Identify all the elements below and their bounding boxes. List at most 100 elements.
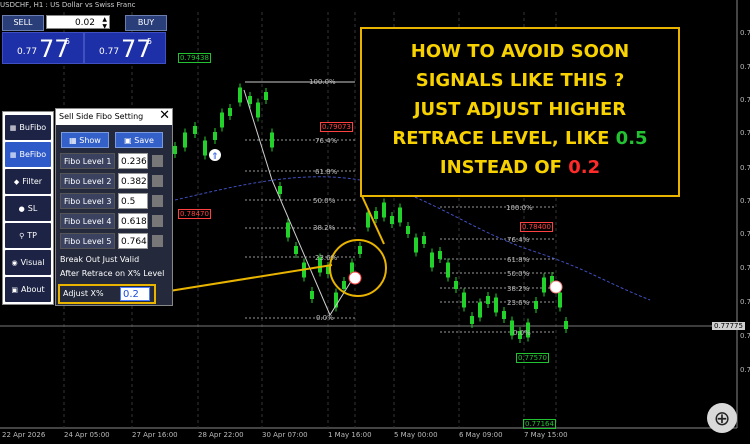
one-click-trade-panel: SELL 0.02 ▲ ▼ BUY 0.77 77 5 0.77 77 5 xyxy=(2,14,167,64)
buy-price-box[interactable]: 0.77 77 5 xyxy=(84,32,166,64)
bar-icon xyxy=(152,195,163,207)
y-axis-label: 0.77855 xyxy=(740,230,750,238)
filter-icon: ◆ xyxy=(13,178,20,186)
candle-body xyxy=(366,212,370,228)
candle-body xyxy=(422,236,426,244)
save-icon: ▣ xyxy=(124,136,135,145)
candle-body xyxy=(398,207,402,223)
fibo-level-2-input[interactable]: 0.382 xyxy=(118,173,148,189)
pin-icon: ⚲ xyxy=(19,232,25,240)
callout-connector xyxy=(361,195,385,245)
callout-line-5: INSTEAD OF 0.2 xyxy=(362,153,678,182)
x-axis-label: 6 May 09:00 xyxy=(459,431,503,439)
fibo-settings-panel: Sell Side Fibo Setting ✕ ▦ Show ▣ Save F… xyxy=(55,108,173,306)
fibo-level-5-label: Fibo Level 5 xyxy=(60,233,115,249)
candle-body xyxy=(358,246,362,254)
menu-item-filter[interactable]: ◆ Filter xyxy=(5,169,51,194)
sell-price-box[interactable]: 0.77 77 5 xyxy=(2,32,84,64)
callout-line-5-text: INSTEAD OF xyxy=(439,157,569,178)
candle-body xyxy=(478,302,482,318)
fibo-level-label: 76.4% xyxy=(315,137,338,145)
adjust-highlight: Adjust X% 0.2 xyxy=(58,284,156,304)
close-icon[interactable]: ✕ xyxy=(159,108,170,124)
candle-body xyxy=(454,281,458,289)
candle-body xyxy=(286,222,290,238)
fibo-level-4-input[interactable]: 0.618 xyxy=(118,213,148,229)
menu-item-sl[interactable]: ● SL xyxy=(5,196,51,221)
candle-body xyxy=(414,237,418,253)
candle-body xyxy=(203,140,207,156)
buy-button[interactable]: BUY xyxy=(125,15,167,31)
menu-item-befibo[interactable]: ▦ BeFibo xyxy=(5,142,51,167)
signal-marker-glyph: ⇑ xyxy=(211,152,219,162)
candle-body xyxy=(173,146,177,154)
y-axis-label: 0.76620 xyxy=(740,366,750,374)
sell-button[interactable]: SELL xyxy=(2,15,44,31)
candle-body xyxy=(342,281,346,289)
show-label: Show xyxy=(79,136,101,145)
candle-body xyxy=(564,321,568,329)
x-axis-label: 27 Apr 16:00 xyxy=(132,431,178,439)
bar-icon xyxy=(152,175,163,187)
x-axis-label: 1 May 16:00 xyxy=(328,431,372,439)
candle-body xyxy=(183,132,187,148)
candle-body xyxy=(278,186,282,194)
note-line-1: Break Out Just Valid xyxy=(60,255,140,264)
callout-value-red: 0.2 xyxy=(568,157,601,178)
circle-icon: ● xyxy=(18,205,25,213)
menu-item-bufibo[interactable]: ▦ BuFibo xyxy=(5,115,51,140)
adjust-label: Adjust X% xyxy=(63,289,104,298)
fibo-level-4-label: Fibo Level 4 xyxy=(60,213,115,229)
y-axis-label: 0.77247 xyxy=(740,298,750,306)
show-button[interactable]: ▦ Show xyxy=(61,132,109,148)
candle-body xyxy=(446,262,450,278)
fibo-level-5-input[interactable]: 0.764 xyxy=(118,233,148,249)
menu-label: BuFibo xyxy=(19,123,47,132)
candle-body xyxy=(462,292,466,308)
candle-body xyxy=(558,292,562,308)
menu-item-visual[interactable]: ◉ Visual xyxy=(5,250,51,275)
x-axis-label: 5 May 00:00 xyxy=(394,431,438,439)
save-button[interactable]: ▣ Save xyxy=(115,132,163,148)
price-tag-green: 0.79438 xyxy=(178,53,211,63)
zoom-icon[interactable]: ⊕ xyxy=(707,403,737,433)
grid-icon: ▦ xyxy=(69,136,80,145)
candle-body xyxy=(486,296,490,304)
candle-body xyxy=(542,277,546,293)
candle-body xyxy=(374,211,378,219)
fibo-level-1-input[interactable]: 0.236 xyxy=(118,153,148,169)
volume-stepper-icon[interactable]: ▲ ▼ xyxy=(102,16,107,30)
callout-value-green: 0.5 xyxy=(615,128,648,149)
candle-body xyxy=(193,126,197,134)
menu-item-tp[interactable]: ⚲ TP xyxy=(5,223,51,248)
price-tag-green: 0.77570 xyxy=(516,353,549,363)
y-axis-label: 0.78160 xyxy=(740,197,750,205)
fibo-level-2-label: Fibo Level 2 xyxy=(60,173,115,189)
y-axis-label: 0.78460 xyxy=(740,164,750,172)
fibo-level-3-label: Fibo Level 3 xyxy=(60,193,115,209)
candle-body xyxy=(382,202,386,218)
callout-line-4-text: RETRACE LEVEL, LIKE xyxy=(392,128,616,149)
candle-body xyxy=(502,311,506,319)
price-tag-red: 0.78470 xyxy=(178,209,211,219)
adjust-input[interactable]: 0.2 xyxy=(120,287,150,301)
candle-body xyxy=(494,297,498,313)
price-tag-green: 0.77164 xyxy=(523,419,556,429)
y-axis-label: 0.79930 xyxy=(740,29,750,37)
menu-label: Visual xyxy=(20,258,45,267)
menu-label: SL xyxy=(27,204,38,213)
menu-item-about[interactable]: ▣ About xyxy=(5,277,51,302)
candle-body xyxy=(470,316,474,324)
volume-input[interactable]: 0.02 ▲ ▼ xyxy=(46,15,110,30)
sell-price-prefix: 0.77 xyxy=(17,47,38,57)
fibo-level-label: 50.0% xyxy=(313,197,336,205)
fibo-level-label: 0.0% xyxy=(513,329,531,337)
fibo-level-3-input[interactable]: 0.5 xyxy=(118,193,148,209)
bar-icon xyxy=(152,155,163,167)
y-axis-label: 0.79385 xyxy=(740,63,750,71)
fibo-level-label: 61.8% xyxy=(507,256,530,264)
info-icon: ▣ xyxy=(11,286,18,294)
candle-body xyxy=(430,252,434,268)
candle-body xyxy=(310,291,314,299)
fibo-icon: ▦ xyxy=(9,124,17,132)
